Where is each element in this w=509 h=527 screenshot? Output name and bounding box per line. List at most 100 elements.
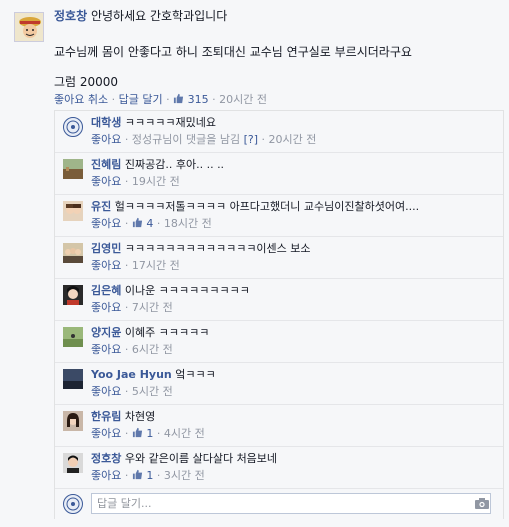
- comment-item: Yoo Jae Hyun 엌ㅋㅋㅋ 좋아요 · 5시간 전: [55, 363, 503, 405]
- post-header: 정호창 안녕하세요 간호학과입니다: [54, 8, 502, 24]
- comment-avatar[interactable]: [63, 201, 83, 221]
- unlike-link[interactable]: 좋아요 취소: [54, 93, 108, 106]
- comment-like-value: 4: [146, 217, 154, 230]
- comment-avatar[interactable]: [63, 453, 83, 473]
- comment-like-link[interactable]: 좋아요: [91, 217, 121, 230]
- post-author-avatar[interactable]: [14, 12, 44, 42]
- comment-body: 진짜공감.. 후아.. .. ..: [124, 158, 225, 171]
- camera-icon[interactable]: [475, 498, 489, 509]
- comment-body: 차현영: [124, 410, 156, 423]
- comment-avatar[interactable]: [63, 285, 83, 305]
- comment-body: 이나운 ㅋㅋㅋㅋㅋㅋㅋㅋㅋ: [124, 284, 250, 297]
- comment-time[interactable]: 18시간 전: [164, 217, 212, 230]
- comment-author[interactable]: Yoo Jae Hyun: [91, 368, 172, 381]
- thumbs-up-icon: [174, 93, 184, 104]
- comment-time[interactable]: 5시간 전: [132, 385, 173, 398]
- post-ending: 그럼 20000: [54, 75, 119, 89]
- comment-avatar[interactable]: [63, 327, 83, 347]
- comment-like-value: 1: [146, 469, 154, 482]
- comment-meta: 좋아요 · 4 · 18시간 전: [91, 217, 212, 230]
- comment-time[interactable]: 20시간 전: [269, 133, 317, 146]
- post-author-name[interactable]: 정호창: [54, 9, 87, 23]
- comment-text: 김영민 ㅋㅋㅋㅋㅋㅋㅋㅋㅋㅋㅋㅋㅋ이센스 보소: [91, 242, 497, 256]
- comment-text: 정호창 우와 같은이름 살다살다 처음보네: [91, 452, 497, 466]
- comment-note-help[interactable]: [?]: [244, 133, 258, 146]
- post-body: 정호창 안녕하세요 간호학과입니다 교수님께 몸이 안좋다고 하니 조퇴대신 교…: [54, 8, 502, 107]
- comment-meta: 좋아요 · 7시간 전: [91, 301, 173, 314]
- comment-author[interactable]: 한유림: [91, 410, 121, 423]
- comment-like-count[interactable]: 1: [132, 427, 154, 440]
- comment-meta: 좋아요 · 1 · 4시간 전: [91, 427, 205, 440]
- comment-time[interactable]: 7시간 전: [132, 301, 173, 314]
- comment-avatar[interactable]: [63, 369, 83, 389]
- comment-text: 김은혜 이나운 ㅋㅋㅋㅋㅋㅋㅋㅋㅋ: [91, 284, 497, 298]
- comment-like-count[interactable]: 1: [132, 469, 154, 482]
- like-count-value: 315: [187, 93, 209, 106]
- comment-author[interactable]: 진혜림: [91, 158, 121, 171]
- comment-like-link[interactable]: 좋아요: [91, 343, 121, 356]
- comment-time[interactable]: 3시간 전: [164, 469, 205, 482]
- comment-item: 진혜림 진짜공감.. 후아.. .. .. 좋아요 · 19시간 전: [55, 153, 503, 195]
- post-text: 교수님께 몸이 안좋다고 하니 조퇴대신 교수님 연구실로 부르시더라구요: [54, 45, 412, 59]
- comment-meta: 좋아요 · 정성규님이 댓글을 남김 [?] · 20시간 전: [91, 133, 317, 146]
- comment-avatar[interactable]: [63, 159, 83, 179]
- comment-meta: 좋아요 · 1 · 3시간 전: [91, 469, 205, 482]
- comment-author[interactable]: 김영민: [91, 242, 121, 255]
- comment-text: Yoo Jae Hyun 엌ㅋㅋㅋ: [91, 368, 497, 382]
- comment-author[interactable]: 김은혜: [91, 284, 121, 297]
- comment-like-link[interactable]: 좋아요: [91, 385, 121, 398]
- separator: ·: [212, 93, 216, 106]
- comment-item: 정호창 우와 같은이름 살다살다 처음보네 좋아요 · 1 · 3시간 전: [55, 447, 503, 489]
- comment-time[interactable]: 19시간 전: [132, 175, 180, 188]
- comment-time[interactable]: 6시간 전: [132, 343, 173, 356]
- comment-author[interactable]: 유진: [91, 200, 111, 213]
- comment-like-link[interactable]: 좋아요: [91, 301, 121, 314]
- comment-time[interactable]: 17시간 전: [132, 259, 180, 272]
- comment-like-link[interactable]: 좋아요: [91, 175, 121, 188]
- comment-avatar[interactable]: [63, 117, 83, 137]
- comment-item: 양지윤 이혜주 ㅋㅋㅋㅋㅋ 좋아요 · 6시간 전: [55, 321, 503, 363]
- comment-like-value: 1: [146, 427, 154, 440]
- comment-avatar[interactable]: [63, 411, 83, 431]
- post-time[interactable]: 20시간 전: [219, 93, 267, 106]
- comment-body: 헐ㅋㅋㅋㅋ저톨ㅋㅋㅋㅋ 아프다고했더니 교수님이진찰하셧어여....: [114, 200, 420, 213]
- separator: ·: [111, 93, 116, 106]
- separator: ·: [166, 93, 170, 106]
- comment-item: 대학생 ㅋㅋㅋㅋㅋ재밌네요 좋아요 · 정성규님이 댓글을 남김 [?] · 2…: [55, 111, 503, 153]
- thumbs-up-icon: [132, 217, 142, 228]
- post-actions: 좋아요 취소 · 답글 달기 · 315 · 20시간 전: [54, 92, 502, 107]
- comment-body: ㅋㅋㅋㅋㅋ재밌네요: [124, 116, 216, 129]
- comment-like-link[interactable]: 좋아요: [91, 259, 121, 272]
- comment-item: 유진 헐ㅋㅋㅋㅋ저톨ㅋㅋㅋㅋ 아프다고했더니 교수님이진찰하셧어여.... 좋아…: [55, 195, 503, 237]
- comment-like-link[interactable]: 좋아요: [91, 427, 121, 440]
- comment-like-link[interactable]: 좋아요: [91, 133, 121, 146]
- comment-body: 엌ㅋㅋㅋ: [175, 368, 216, 381]
- comment-body: ㅋㅋㅋㅋㅋㅋㅋㅋㅋㅋㅋㅋㅋ이센스 보소: [124, 242, 311, 255]
- comment-meta: 좋아요 · 6시간 전: [91, 343, 173, 356]
- comment-note: 정성규님이 댓글을 남김: [131, 133, 241, 146]
- comment-like-count[interactable]: 4: [132, 217, 154, 230]
- comment-author[interactable]: 정호창: [91, 452, 121, 465]
- comment-meta: 좋아요 · 17시간 전: [91, 259, 180, 272]
- thumbs-up-icon: [132, 427, 142, 438]
- comment-meta: 좋아요 · 19시간 전: [91, 175, 180, 188]
- reply-link[interactable]: 답글 달기: [119, 93, 163, 106]
- comment-author[interactable]: 양지윤: [91, 326, 121, 339]
- comment-item: 김은혜 이나운 ㅋㅋㅋㅋㅋㅋㅋㅋㅋ 좋아요 · 7시간 전: [55, 279, 503, 321]
- comment-meta: 좋아요 · 5시간 전: [91, 385, 173, 398]
- comment-avatar[interactable]: [63, 243, 83, 263]
- comment-author[interactable]: 대학생: [91, 116, 121, 129]
- comment-text: 한유림 차현영: [91, 410, 497, 424]
- comment-text: 유진 헐ㅋㅋㅋㅋ저톨ㅋㅋㅋㅋ 아프다고했더니 교수님이진찰하셧어여....: [91, 200, 497, 214]
- comment-item: 한유림 차현영 좋아요 · 1 · 4시간 전: [55, 405, 503, 447]
- comment-item: 김영민 ㅋㅋㅋㅋㅋㅋㅋㅋㅋㅋㅋㅋㅋ이센스 보소 좋아요 · 17시간 전: [55, 237, 503, 279]
- reply-row: [55, 489, 503, 519]
- comment-like-link[interactable]: 좋아요: [91, 469, 121, 482]
- comment-time[interactable]: 4시간 전: [164, 427, 205, 440]
- post-greeting: 안녕하세요 간호학과입니다: [90, 9, 228, 23]
- like-count[interactable]: 315: [173, 93, 209, 106]
- reply-input[interactable]: [91, 493, 491, 514]
- thumbs-up-icon: [132, 469, 142, 480]
- viewer-avatar: [63, 494, 83, 514]
- comment-text: 양지윤 이혜주 ㅋㅋㅋㅋㅋ: [91, 326, 497, 340]
